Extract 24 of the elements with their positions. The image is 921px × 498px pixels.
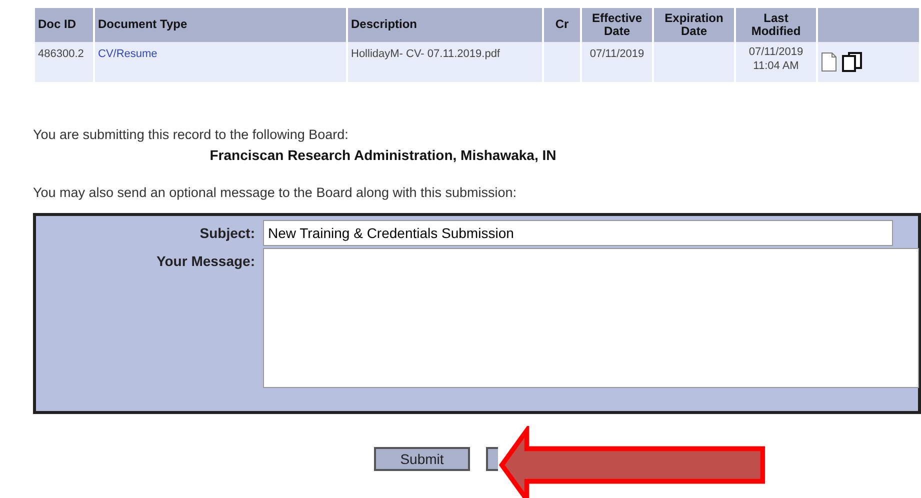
document-icon[interactable] — [821, 52, 837, 72]
table-cell-text: 11:04 AM — [752, 60, 800, 74]
column-header: Expiration Date — [654, 8, 734, 42]
table-cell: 07/11/2019 — [582, 42, 652, 82]
instruction-text: You are submitting this record to the following Board: — [33, 126, 350, 144]
column-header: Doc ID — [35, 8, 93, 42]
subject-field[interactable]: New Training & Credentials Submission — [263, 220, 893, 246]
button[interactable] — [486, 447, 498, 471]
copy-icon[interactable] — [841, 52, 863, 72]
table-cell-text: 07/11/2019 — [748, 46, 804, 60]
instruction-text: You may also send an optional message to the Board along with this submission: — [33, 184, 518, 202]
column-header: Description — [348, 8, 542, 42]
board-name: Franciscan Research Administration, Mishawaka, IN — [208, 146, 558, 165]
field-label: Subject: — [198, 224, 255, 243]
field-label: Your Message: — [155, 252, 255, 271]
column-header: Effective Date — [582, 8, 652, 42]
column-header: Document Type — [95, 8, 346, 42]
table-cell: HollidayM- CV- 07.11.2019.pdf — [348, 42, 542, 82]
column-header: Cr — [544, 8, 580, 42]
submit-button[interactable]: Submit — [374, 447, 470, 471]
table-cell: 486300.2 — [35, 42, 93, 82]
message-field[interactable] — [263, 248, 919, 388]
document-type-link[interactable]: CV/Resume — [98, 48, 158, 60]
column-header: Last Modified — [736, 8, 816, 42]
